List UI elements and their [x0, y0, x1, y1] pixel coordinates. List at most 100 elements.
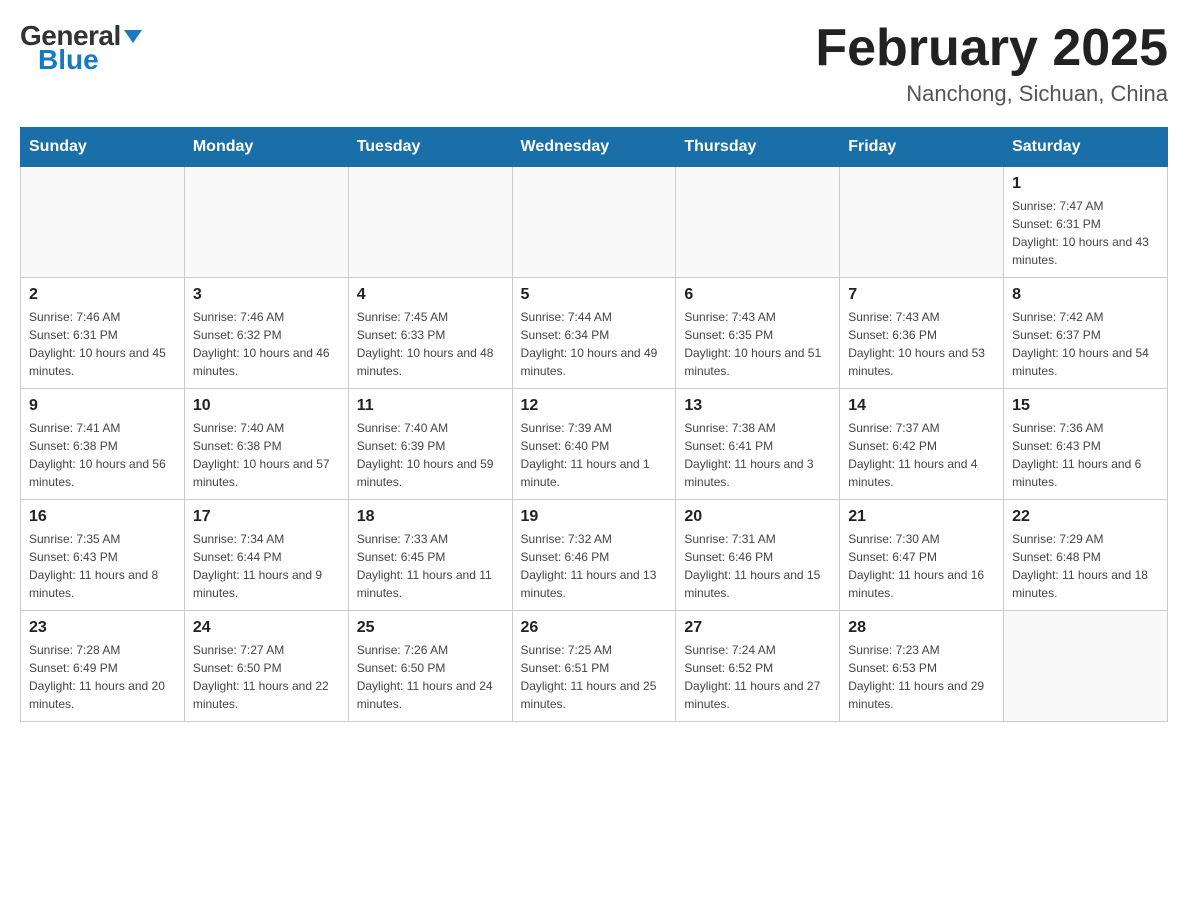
- day-cell: 7 Sunrise: 7:43 AM Sunset: 6:36 PM Daylig…: [840, 278, 1004, 389]
- day-cell: [840, 167, 1004, 278]
- day-cell: 15 Sunrise: 7:36 AM Sunset: 6:43 PM Dayli…: [1004, 389, 1168, 500]
- day-number: 8: [1012, 286, 1159, 304]
- day-info: Sunrise: 7:40 AM Sunset: 6:38 PM Dayligh…: [193, 419, 340, 491]
- day-info: Sunrise: 7:43 AM Sunset: 6:36 PM Dayligh…: [848, 308, 995, 380]
- day-number: 24: [193, 619, 340, 637]
- day-info: Sunrise: 7:23 AM Sunset: 6:53 PM Dayligh…: [848, 641, 995, 713]
- day-number: 11: [357, 397, 504, 415]
- day-info: Sunrise: 7:31 AM Sunset: 6:46 PM Dayligh…: [684, 530, 831, 602]
- week-row-3: 9 Sunrise: 7:41 AM Sunset: 6:38 PM Daylig…: [21, 389, 1168, 500]
- day-cell: 24 Sunrise: 7:27 AM Sunset: 6:50 PM Dayli…: [184, 611, 348, 722]
- day-info: Sunrise: 7:39 AM Sunset: 6:40 PM Dayligh…: [521, 419, 668, 491]
- day-info: Sunrise: 7:34 AM Sunset: 6:44 PM Dayligh…: [193, 530, 340, 602]
- day-info: Sunrise: 7:46 AM Sunset: 6:32 PM Dayligh…: [193, 308, 340, 380]
- day-cell: 25 Sunrise: 7:26 AM Sunset: 6:50 PM Dayli…: [348, 611, 512, 722]
- day-cell: 11 Sunrise: 7:40 AM Sunset: 6:39 PM Dayli…: [348, 389, 512, 500]
- day-cell: 22 Sunrise: 7:29 AM Sunset: 6:48 PM Dayli…: [1004, 500, 1168, 611]
- calendar-title: February 2025: [815, 20, 1168, 77]
- day-number: 15: [1012, 397, 1159, 415]
- day-cell: 2Sunrise: 7:46 AM Sunset: 6:31 PM Daylig…: [21, 278, 185, 389]
- day-number: 25: [357, 619, 504, 637]
- day-info: Sunrise: 7:41 AM Sunset: 6:38 PM Dayligh…: [29, 419, 176, 491]
- day-cell: [348, 167, 512, 278]
- day-cell: 28 Sunrise: 7:23 AM Sunset: 6:53 PM Dayli…: [840, 611, 1004, 722]
- day-number: 10: [193, 397, 340, 415]
- page-header: General Blue February 2025 Nanchong, Sic…: [20, 20, 1168, 107]
- day-cell: 9 Sunrise: 7:41 AM Sunset: 6:38 PM Daylig…: [21, 389, 185, 500]
- day-cell: 13 Sunrise: 7:38 AM Sunset: 6:41 PM Dayli…: [676, 389, 840, 500]
- calendar-body: 1Sunrise: 7:47 AM Sunset: 6:31 PM Daylig…: [21, 167, 1168, 722]
- day-number: 20: [684, 508, 831, 526]
- day-info: Sunrise: 7:44 AM Sunset: 6:34 PM Dayligh…: [521, 308, 668, 380]
- day-cell: [676, 167, 840, 278]
- header-wednesday: Wednesday: [512, 128, 676, 167]
- day-cell: 3 Sunrise: 7:46 AM Sunset: 6:32 PM Daylig…: [184, 278, 348, 389]
- day-cell: 14Sunrise: 7:37 AM Sunset: 6:42 PM Dayli…: [840, 389, 1004, 500]
- day-cell: 16 Sunrise: 7:35 AM Sunset: 6:43 PM Dayli…: [21, 500, 185, 611]
- day-number: 18: [357, 508, 504, 526]
- day-number: 19: [521, 508, 668, 526]
- day-number: 17: [193, 508, 340, 526]
- day-cell: 8 Sunrise: 7:42 AM Sunset: 6:37 PM Daylig…: [1004, 278, 1168, 389]
- header-thursday: Thursday: [676, 128, 840, 167]
- day-cell: 5 Sunrise: 7:44 AM Sunset: 6:34 PM Daylig…: [512, 278, 676, 389]
- day-number: 27: [684, 619, 831, 637]
- day-info: Sunrise: 7:45 AM Sunset: 6:33 PM Dayligh…: [357, 308, 504, 380]
- day-cell: 6 Sunrise: 7:43 AM Sunset: 6:35 PM Daylig…: [676, 278, 840, 389]
- day-cell: [184, 167, 348, 278]
- day-number: 28: [848, 619, 995, 637]
- day-number: 3: [193, 286, 340, 304]
- calendar-subtitle: Nanchong, Sichuan, China: [815, 81, 1168, 107]
- day-cell: 1Sunrise: 7:47 AM Sunset: 6:31 PM Daylig…: [1004, 167, 1168, 278]
- day-cell: 20 Sunrise: 7:31 AM Sunset: 6:46 PM Dayli…: [676, 500, 840, 611]
- logo-blue-text: Blue: [38, 44, 99, 76]
- day-number: 9: [29, 397, 176, 415]
- week-row-2: 2Sunrise: 7:46 AM Sunset: 6:31 PM Daylig…: [21, 278, 1168, 389]
- day-number: 13: [684, 397, 831, 415]
- day-cell: 19 Sunrise: 7:32 AM Sunset: 6:46 PM Dayli…: [512, 500, 676, 611]
- day-info: Sunrise: 7:30 AM Sunset: 6:47 PM Dayligh…: [848, 530, 995, 602]
- day-cell: 21 Sunrise: 7:30 AM Sunset: 6:47 PM Dayli…: [840, 500, 1004, 611]
- day-number: 21: [848, 508, 995, 526]
- header-saturday: Saturday: [1004, 128, 1168, 167]
- day-number: 7: [848, 286, 995, 304]
- day-info: Sunrise: 7:29 AM Sunset: 6:48 PM Dayligh…: [1012, 530, 1159, 602]
- title-section: February 2025 Nanchong, Sichuan, China: [815, 20, 1168, 107]
- day-cell: 12Sunrise: 7:39 AM Sunset: 6:40 PM Dayli…: [512, 389, 676, 500]
- day-info: Sunrise: 7:27 AM Sunset: 6:50 PM Dayligh…: [193, 641, 340, 713]
- day-info: Sunrise: 7:38 AM Sunset: 6:41 PM Dayligh…: [684, 419, 831, 491]
- day-info: Sunrise: 7:42 AM Sunset: 6:37 PM Dayligh…: [1012, 308, 1159, 380]
- day-number: 4: [357, 286, 504, 304]
- day-info: Sunrise: 7:24 AM Sunset: 6:52 PM Dayligh…: [684, 641, 831, 713]
- day-cell: [21, 167, 185, 278]
- day-cell: [1004, 611, 1168, 722]
- day-number: 6: [684, 286, 831, 304]
- day-info: Sunrise: 7:43 AM Sunset: 6:35 PM Dayligh…: [684, 308, 831, 380]
- day-number: 22: [1012, 508, 1159, 526]
- day-number: 2: [29, 286, 176, 304]
- day-cell: 4 Sunrise: 7:45 AM Sunset: 6:33 PM Daylig…: [348, 278, 512, 389]
- day-number: 5: [521, 286, 668, 304]
- day-number: 23: [29, 619, 176, 637]
- day-cell: 27 Sunrise: 7:24 AM Sunset: 6:52 PM Dayli…: [676, 611, 840, 722]
- day-info: Sunrise: 7:33 AM Sunset: 6:45 PM Dayligh…: [357, 530, 504, 602]
- header-monday: Monday: [184, 128, 348, 167]
- weekday-header-row: Sunday Monday Tuesday Wednesday Thursday…: [21, 128, 1168, 167]
- day-cell: 17 Sunrise: 7:34 AM Sunset: 6:44 PM Dayli…: [184, 500, 348, 611]
- day-number: 16: [29, 508, 176, 526]
- day-info: Sunrise: 7:25 AM Sunset: 6:51 PM Dayligh…: [521, 641, 668, 713]
- header-friday: Friday: [840, 128, 1004, 167]
- day-info: Sunrise: 7:36 AM Sunset: 6:43 PM Dayligh…: [1012, 419, 1159, 491]
- day-cell: 10 Sunrise: 7:40 AM Sunset: 6:38 PM Dayli…: [184, 389, 348, 500]
- day-number: 14: [848, 397, 995, 415]
- day-info: Sunrise: 7:26 AM Sunset: 6:50 PM Dayligh…: [357, 641, 504, 713]
- day-info: Sunrise: 7:32 AM Sunset: 6:46 PM Dayligh…: [521, 530, 668, 602]
- day-info: Sunrise: 7:35 AM Sunset: 6:43 PM Dayligh…: [29, 530, 176, 602]
- day-cell: 26 Sunrise: 7:25 AM Sunset: 6:51 PM Dayli…: [512, 611, 676, 722]
- day-cell: [512, 167, 676, 278]
- day-number: 26: [521, 619, 668, 637]
- day-cell: 18 Sunrise: 7:33 AM Sunset: 6:45 PM Dayli…: [348, 500, 512, 611]
- day-info: Sunrise: 7:28 AM Sunset: 6:49 PM Dayligh…: [29, 641, 176, 713]
- day-info: Sunrise: 7:40 AM Sunset: 6:39 PM Dayligh…: [357, 419, 504, 491]
- header-tuesday: Tuesday: [348, 128, 512, 167]
